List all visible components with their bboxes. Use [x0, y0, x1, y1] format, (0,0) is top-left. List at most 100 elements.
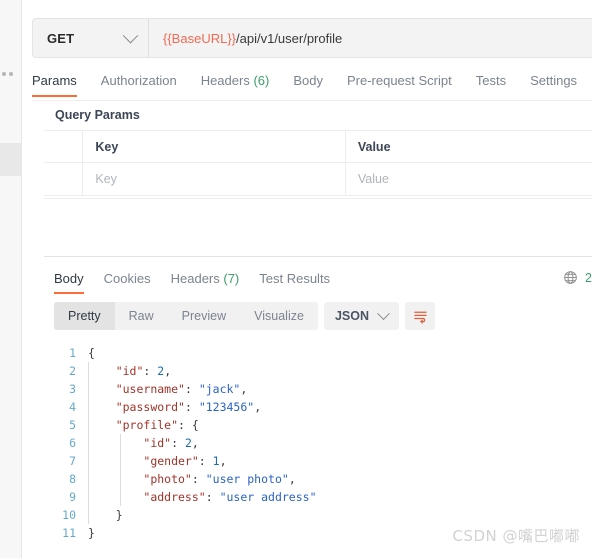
tab-label: Cookies: [103, 271, 151, 286]
indent-guide: [120, 488, 121, 506]
code-line-number: 1: [69, 346, 76, 360]
tab-count-badge: (6): [249, 73, 270, 88]
code-token-json-pun: ,: [288, 472, 296, 486]
indent-guide: [88, 452, 89, 470]
code-token-json-key: "username": [115, 382, 185, 396]
tab-count-badge: (7): [219, 271, 240, 286]
url-path-token: /api/v1/user/profile: [236, 30, 343, 46]
indent-guide: [88, 506, 89, 524]
response-tab-body[interactable]: Body: [54, 268, 84, 294]
code-token-json-pun: ,: [191, 436, 199, 450]
code-line-text: }: [88, 506, 123, 524]
view-mode-preview[interactable]: Preview: [168, 302, 240, 330]
code-token-json-pun: ,: [164, 364, 172, 378]
code-token-json-pun: :: [191, 472, 206, 486]
code-token-json-pun: :: [184, 400, 199, 414]
indent-guide: [88, 362, 89, 380]
query-params-table: Key Value Key Value: [44, 130, 592, 196]
tab-label: Settings: [530, 73, 578, 88]
code-token-json-str: "123456": [198, 400, 255, 414]
request-tab-settings[interactable]: Settings: [530, 70, 577, 97]
row-select-checkbox-cell[interactable]: [44, 163, 84, 195]
code-token-json-pun: {: [88, 346, 95, 360]
url-variable-token: {{BaseURL}}: [163, 30, 237, 46]
code-line-number: 3: [69, 382, 76, 396]
request-bar-container: GET {{BaseURL}}/api/v1/user/profile: [32, 18, 592, 58]
tab-label: Tests: [475, 73, 507, 88]
watermark: CSDN @嘴巴嘟嘟: [452, 527, 580, 545]
code-token-json-key: "profile": [115, 418, 179, 432]
indent-guide: [88, 380, 89, 398]
code-token-json-key: "id": [143, 436, 172, 450]
indent-guide: [88, 434, 89, 452]
http-method-select[interactable]: GET: [33, 19, 149, 57]
request-tab-body[interactable]: Body: [293, 70, 323, 97]
left-rail-strip: [0, 0, 22, 558]
code-token-json-pun: :: [143, 364, 158, 378]
request-tab-authorization[interactable]: Authorization: [101, 70, 177, 97]
view-mode-visualize[interactable]: Visualize: [240, 302, 318, 330]
code-line-text: "id": 2,: [88, 362, 171, 380]
rail-dots-icon: [2, 70, 16, 78]
code-token-json-pun: :: [171, 436, 185, 450]
tab-label: Body: [293, 73, 323, 88]
code-token-json-pun: }: [88, 526, 95, 540]
code-line-number: 2: [69, 364, 76, 378]
code-line-text: {: [88, 344, 95, 362]
param-key-input[interactable]: Key: [83, 163, 346, 195]
rail-selected-marker[interactable]: [0, 143, 21, 176]
indent-guide: [88, 488, 89, 506]
tab-label: Body: [54, 271, 84, 286]
code-line: 5 "profile": {: [54, 416, 592, 434]
code-line-text: "profile": {: [88, 416, 199, 434]
code-token-json-pun: ,: [240, 382, 248, 396]
indent-guide: [88, 398, 89, 416]
indent-guide: [88, 470, 89, 488]
tab-label: Params: [32, 73, 77, 88]
code-line-number: 4: [69, 400, 76, 414]
request-tab-params[interactable]: Params: [32, 70, 77, 97]
request-tab-underline: [32, 100, 592, 101]
code-line-number: 11: [62, 526, 76, 540]
code-token-json-str: "jack": [198, 382, 241, 396]
query-params-title: Query Params: [55, 108, 140, 122]
code-line-text: "password": "123456",: [88, 398, 261, 416]
view-mode-raw[interactable]: Raw: [115, 302, 168, 330]
response-format-select[interactable]: JSON: [323, 302, 399, 330]
code-line: 10 }: [54, 506, 592, 524]
response-tab-cookies[interactable]: Cookies: [104, 268, 151, 294]
request-tab-pre-request-script[interactable]: Pre-request Script: [347, 70, 452, 97]
params-table-bottom-rule: [44, 198, 592, 199]
response-section-divider: [44, 256, 592, 257]
code-line: 2 "id": 2,: [54, 362, 592, 380]
tab-label: Test Results: [259, 271, 331, 286]
request-url-input[interactable]: {{BaseURL}}/api/v1/user/profile: [149, 19, 592, 57]
code-token-json-key: "id": [115, 364, 144, 378]
request-response-panel: GET {{BaseURL}}/api/v1/user/profile Para…: [22, 0, 592, 558]
wrap-text-button[interactable]: [405, 302, 435, 330]
code-token-json-pun: :: [198, 454, 213, 468]
code-line-text: "username": "jack",: [88, 380, 247, 398]
view-mode-pretty[interactable]: Pretty: [54, 302, 115, 330]
code-line-text: "id": 2,: [88, 434, 199, 452]
globe-icon: [563, 270, 578, 285]
http-method-label: GET: [47, 30, 75, 46]
code-line-text: }: [88, 524, 95, 542]
query-params-empty-row[interactable]: Key Value: [44, 163, 592, 195]
code-line: 7 "gender": 1,: [54, 452, 592, 470]
param-value-input[interactable]: Value: [346, 163, 592, 195]
code-token-json-key: "gender": [143, 454, 199, 468]
response-tab-headers[interactable]: Headers (7): [171, 268, 240, 294]
code-line: 3 "username": "jack",: [54, 380, 592, 398]
request-tab-headers[interactable]: Headers (6): [201, 70, 270, 97]
code-line: 1{: [54, 344, 592, 362]
response-tab-test-results[interactable]: Test Results: [259, 268, 330, 294]
request-tab-tests[interactable]: Tests: [476, 70, 506, 97]
row-select-header-cell: [44, 130, 84, 163]
code-line: 8 "photo": "user photo",: [54, 470, 592, 488]
response-format-label: JSON: [334, 309, 369, 323]
code-line: 6 "id": 2,: [54, 434, 592, 452]
chevron-down-icon: [122, 27, 139, 43]
